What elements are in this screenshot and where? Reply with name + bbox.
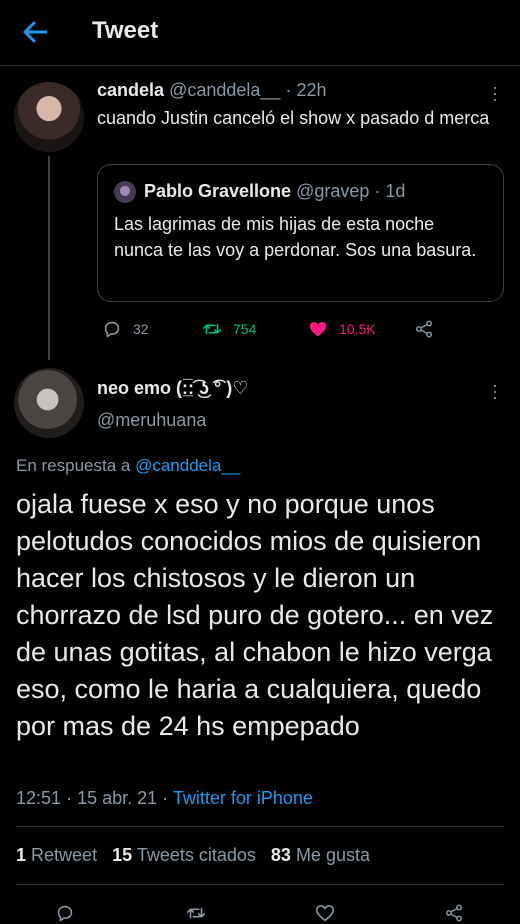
author-name[interactable]: candela [97,80,164,100]
tweet-text: cuando Justin canceló el show x pasado d… [97,108,490,128]
tweet-time: 22h [296,80,327,100]
tweet-stats: 1 Retweet 15 Tweets citados 83 Me gusta [16,845,380,866]
tweet-text: ojala fuese x eso y no porque unos pelot… [16,489,494,741]
quoted-tweet[interactable]: Pablo Gravellone @gravep · 1d Las lagrim… [97,164,504,302]
tweet-meta: 12:51 · 15 abr. 21 · Twitter for iPhone [16,788,313,808]
back-arrow-icon[interactable] [20,18,52,46]
reply-count: 32 [133,321,149,337]
quote-avatar [114,181,136,203]
reply-button[interactable]: 32 [101,316,149,342]
divider [16,884,504,885]
quote-author-name: Pablo Gravellone [144,181,292,201]
reply-icon[interactable] [52,902,78,924]
author-handle[interactable]: @meruhuana [97,410,206,431]
share-icon [416,320,432,338]
retweet-button[interactable]: 754 [201,316,256,342]
more-icon[interactable]: · · · [488,78,502,108]
tweet-time: 12:51 [16,788,62,808]
tweet-actions: 32 754 10.5K [97,316,497,342]
retweets-stat[interactable]: 1 Retweet [16,845,97,865]
retweet-icon [202,323,222,335]
tweet-action-bar [0,898,520,924]
tweet-source-link[interactable]: Twitter for iPhone [173,788,313,808]
divider [16,826,504,827]
heart-icon[interactable] [312,902,338,924]
thread-line [48,156,50,360]
page-title: Tweet [92,17,159,44]
author-name[interactable]: neo emo (:̲̅:͡ ͜ʖ ͡° )♡ [97,378,248,399]
reply-context: En respuesta a @canddela__ [16,456,241,475]
author-handle[interactable]: @canddela__ [169,80,280,100]
quote-text: Las lagrimas de mis hijas de esta noche … [114,214,477,260]
retweet-icon[interactable] [183,902,209,924]
quote-time: 1d [385,181,406,201]
reply-to-link[interactable]: @canddela__ [135,456,240,475]
like-count: 10.5K [339,321,376,337]
retweet-count: 754 [233,321,257,337]
quote-header: Pablo Gravellone @gravep · 1d [144,181,406,201]
share-button[interactable] [413,316,435,342]
avatar[interactable] [14,368,84,438]
likes-stat[interactable]: 83 Me gusta [271,845,370,865]
reply-icon [104,321,120,338]
top-bar: Tweet [0,0,520,66]
heart-icon [309,321,327,337]
avatar[interactable] [14,82,84,152]
more-icon[interactable]: · · · [488,376,502,406]
like-button[interactable]: 10.5K [307,316,376,342]
tweet-header: candela @canddela__ · 22h [97,80,327,100]
tweet-date: 15 abr. 21 [77,788,158,808]
share-icon[interactable] [441,902,467,924]
quote-author-handle: @gravep [296,181,370,201]
quote-tweets-stat[interactable]: 15 Tweets citados [112,845,256,865]
